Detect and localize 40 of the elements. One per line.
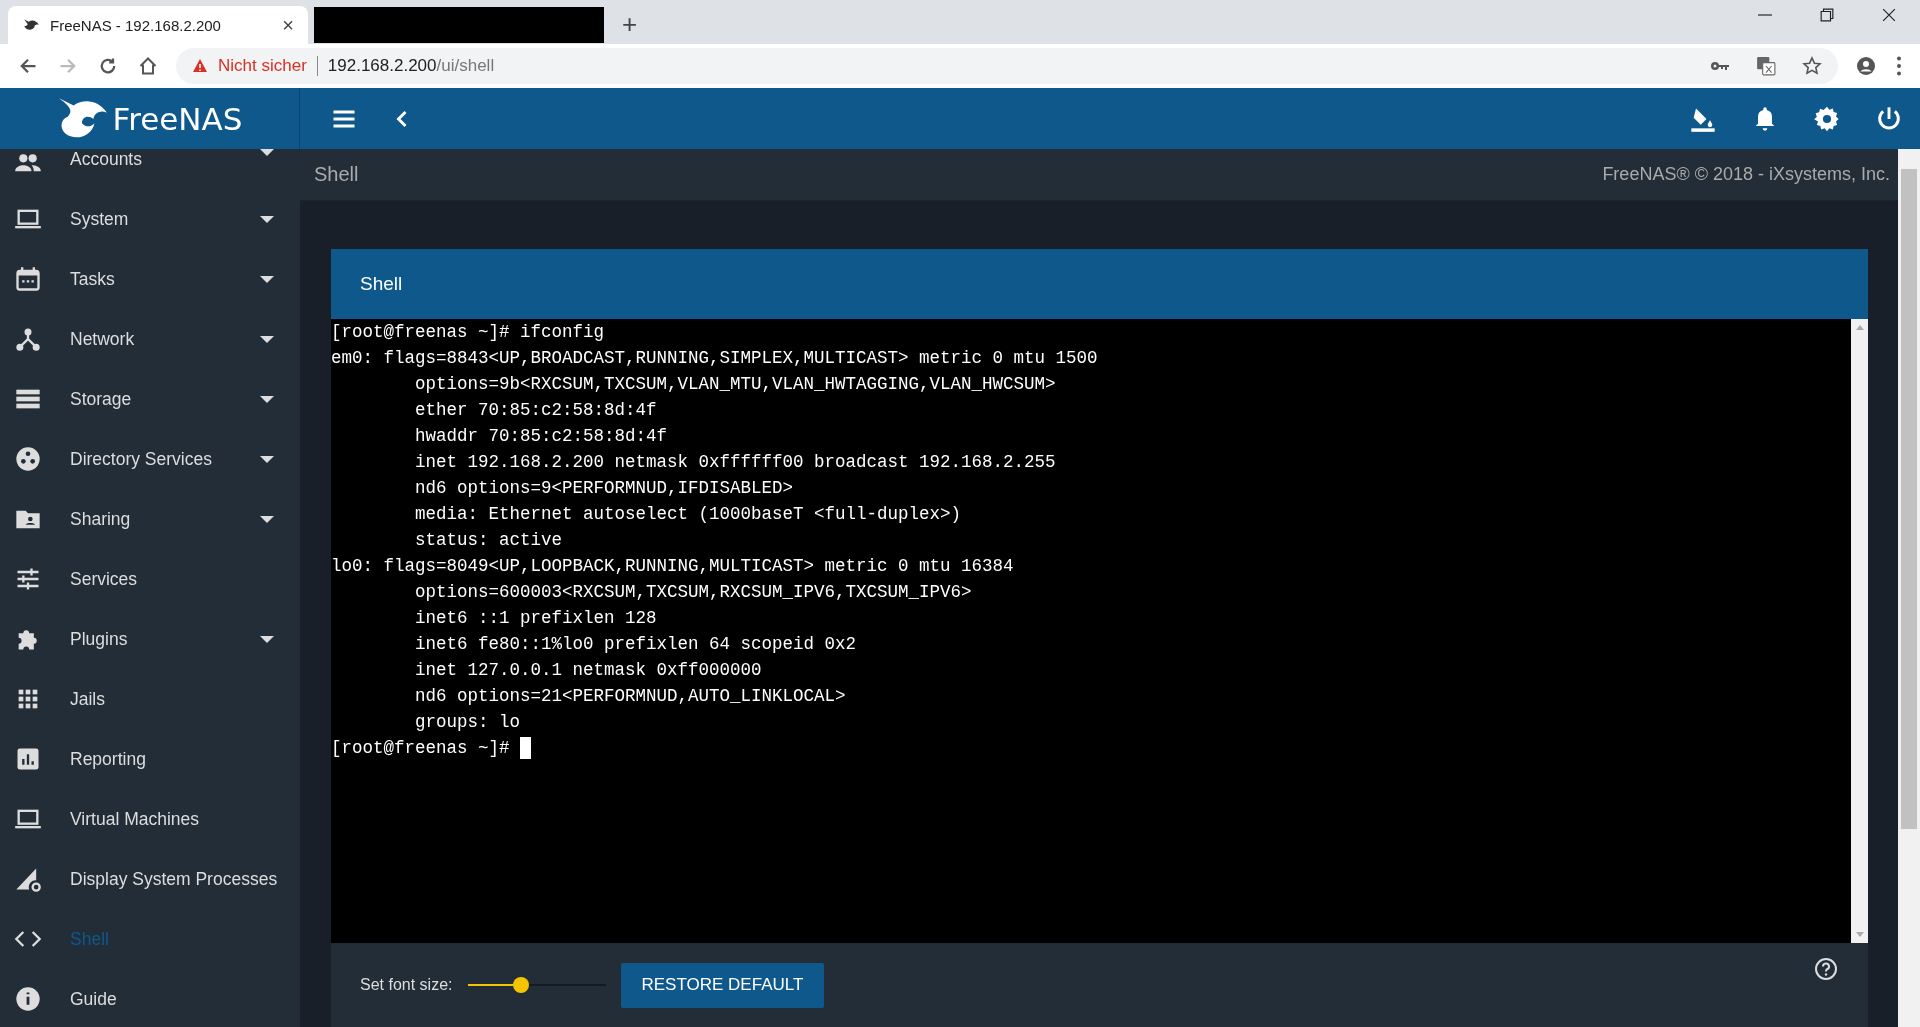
scrollbar[interactable] — [1898, 149, 1920, 1027]
sidebar-item[interactable]: Directory Services — [0, 429, 300, 489]
sidebar-item[interactable]: Services — [0, 549, 300, 609]
page-title: Shell — [314, 163, 359, 186]
sidebar-item[interactable]: Sharing — [0, 489, 300, 549]
tab-title: FreeNAS - 192.168.2.200 — [50, 16, 222, 34]
sidebar-item[interactable]: Reporting — [0, 729, 300, 789]
sidebar-item[interactable]: System — [0, 189, 300, 249]
restore-default-button[interactable]: RESTORE DEFAULT — [620, 962, 825, 1008]
sidebar-item[interactable]: Network — [0, 309, 300, 369]
copyright-text: FreeNAS® © 2018 - iXsystems, Inc. — [1602, 164, 1890, 185]
star-icon[interactable] — [1802, 56, 1822, 76]
close-icon[interactable]: × — [282, 13, 294, 37]
slider-thumb[interactable] — [513, 977, 530, 993]
font-size-label: Set font size: — [360, 976, 453, 994]
sidebar-item[interactable]: Virtual Machines — [0, 789, 300, 849]
calendar-icon — [14, 265, 42, 293]
sidebar-item[interactable]: Storage — [0, 369, 300, 429]
help-icon[interactable] — [1814, 957, 1838, 981]
sidebar-item[interactable]: Jails — [0, 669, 300, 729]
address-field[interactable]: Nicht sicher 192.168.2.200/ui/shell — [176, 48, 1838, 84]
close-icon[interactable] — [1882, 8, 1896, 22]
sidebar-item[interactable]: Plugins — [0, 609, 300, 669]
sidebar-item[interactable]: Guide — [0, 969, 300, 1027]
browser-tab[interactable]: FreeNAS - 192.168.2.200 × — [8, 6, 308, 44]
directory-icon — [14, 445, 42, 473]
translate-icon[interactable] — [1756, 56, 1776, 76]
sidebar-item[interactable]: Accounts — [0, 149, 300, 189]
sidebar-item[interactable]: Tasks — [0, 249, 300, 309]
settings-icon[interactable] — [1813, 104, 1841, 133]
new-tab-button[interactable]: + — [622, 9, 638, 40]
info-icon — [14, 985, 42, 1013]
card-title: Shell — [360, 273, 403, 295]
security-warning[interactable]: Nicht sicher — [218, 56, 307, 76]
url-text: 192.168.2.200/ui/shell — [327, 56, 495, 76]
font-size-slider[interactable] — [467, 976, 606, 994]
warning-icon — [192, 58, 208, 74]
sidebar-item[interactable]: Display System Processes — [0, 849, 300, 909]
logo-text: FreeNAS — [112, 100, 243, 137]
restore-icon[interactable] — [1820, 8, 1834, 22]
